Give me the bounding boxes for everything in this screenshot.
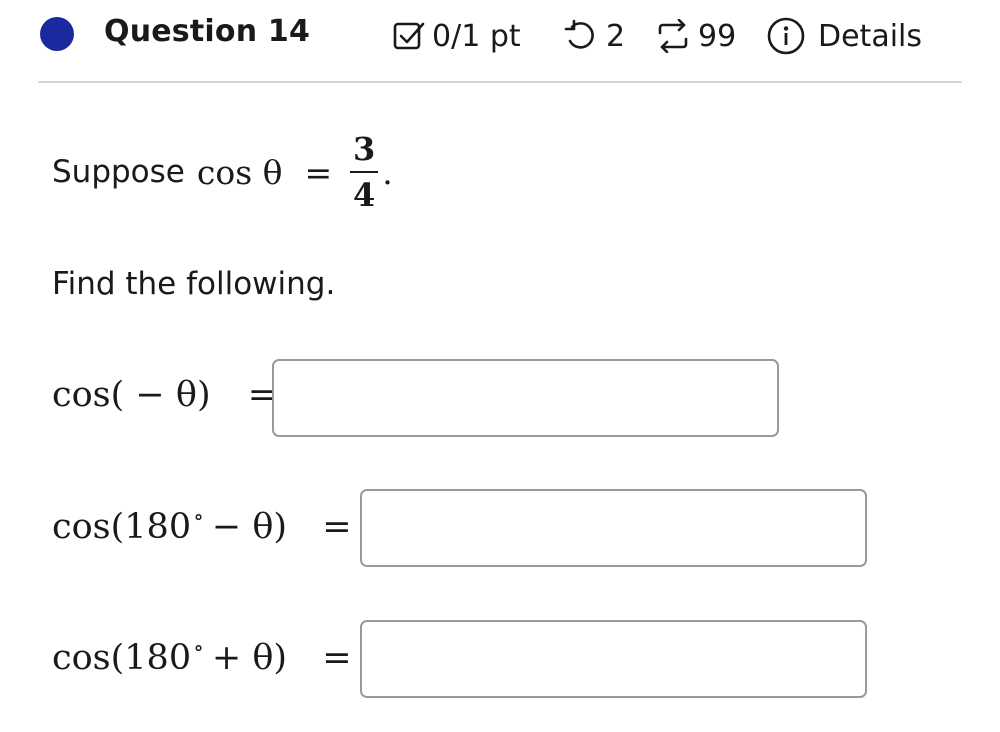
given-equals: = bbox=[304, 152, 333, 192]
given-statement: Suppose cos θ = 3 4 . bbox=[52, 124, 393, 220]
details-label: Details bbox=[818, 18, 923, 54]
question-2-expression: cos(180∘ − θ) = bbox=[52, 505, 352, 547]
question-header: Question 14 0/1 pt 2 99 Details bbox=[0, 0, 1000, 82]
attempts-indicator: 99 bbox=[654, 16, 736, 56]
answer-input-2[interactable] bbox=[360, 489, 867, 567]
score-indicator: 0/1 pt bbox=[392, 16, 521, 56]
question-3-expression: cos(180∘ + θ) = bbox=[52, 636, 352, 678]
given-fraction: 3 4 bbox=[350, 130, 379, 214]
question-2-lhs-start: cos(180 bbox=[52, 507, 192, 547]
given-period: . bbox=[382, 152, 393, 192]
question-3-lhs-end: + θ) bbox=[211, 638, 288, 678]
question-1-expression: cos( − θ) = bbox=[52, 375, 277, 415]
retries-count: 2 bbox=[606, 18, 626, 54]
checkbox-icon bbox=[393, 22, 425, 50]
answer-input-3[interactable] bbox=[360, 620, 867, 698]
undo-icon bbox=[564, 19, 594, 49]
given-numerator: 3 bbox=[353, 130, 376, 168]
details-button[interactable]: Details bbox=[766, 16, 922, 56]
question-title: Question 14 bbox=[104, 14, 311, 49]
answer-input-1[interactable] bbox=[272, 359, 779, 437]
repeat-icon bbox=[658, 19, 688, 53]
question-3-equals: = bbox=[322, 638, 352, 678]
find-instruction: Find the following. bbox=[52, 266, 336, 302]
question-3-lhs-start: cos(180 bbox=[52, 638, 192, 678]
info-icon bbox=[767, 17, 805, 55]
suppose-label: Suppose bbox=[52, 154, 185, 190]
question-2-equals: = bbox=[322, 507, 352, 547]
header-divider bbox=[38, 81, 962, 83]
score-text: 0/1 pt bbox=[432, 18, 521, 54]
degree-symbol: ∘ bbox=[193, 636, 204, 661]
retries-indicator: 2 bbox=[562, 16, 625, 56]
status-dot-icon bbox=[40, 17, 74, 51]
degree-symbol: ∘ bbox=[193, 505, 204, 530]
given-cos-theta: cos θ bbox=[196, 152, 283, 192]
question-2-lhs-end: − θ) bbox=[211, 507, 288, 547]
attempts-count: 99 bbox=[698, 18, 737, 54]
fraction-bar bbox=[350, 171, 379, 173]
question-1-lhs: cos( − θ) bbox=[52, 375, 211, 415]
given-denominator: 4 bbox=[353, 176, 376, 214]
